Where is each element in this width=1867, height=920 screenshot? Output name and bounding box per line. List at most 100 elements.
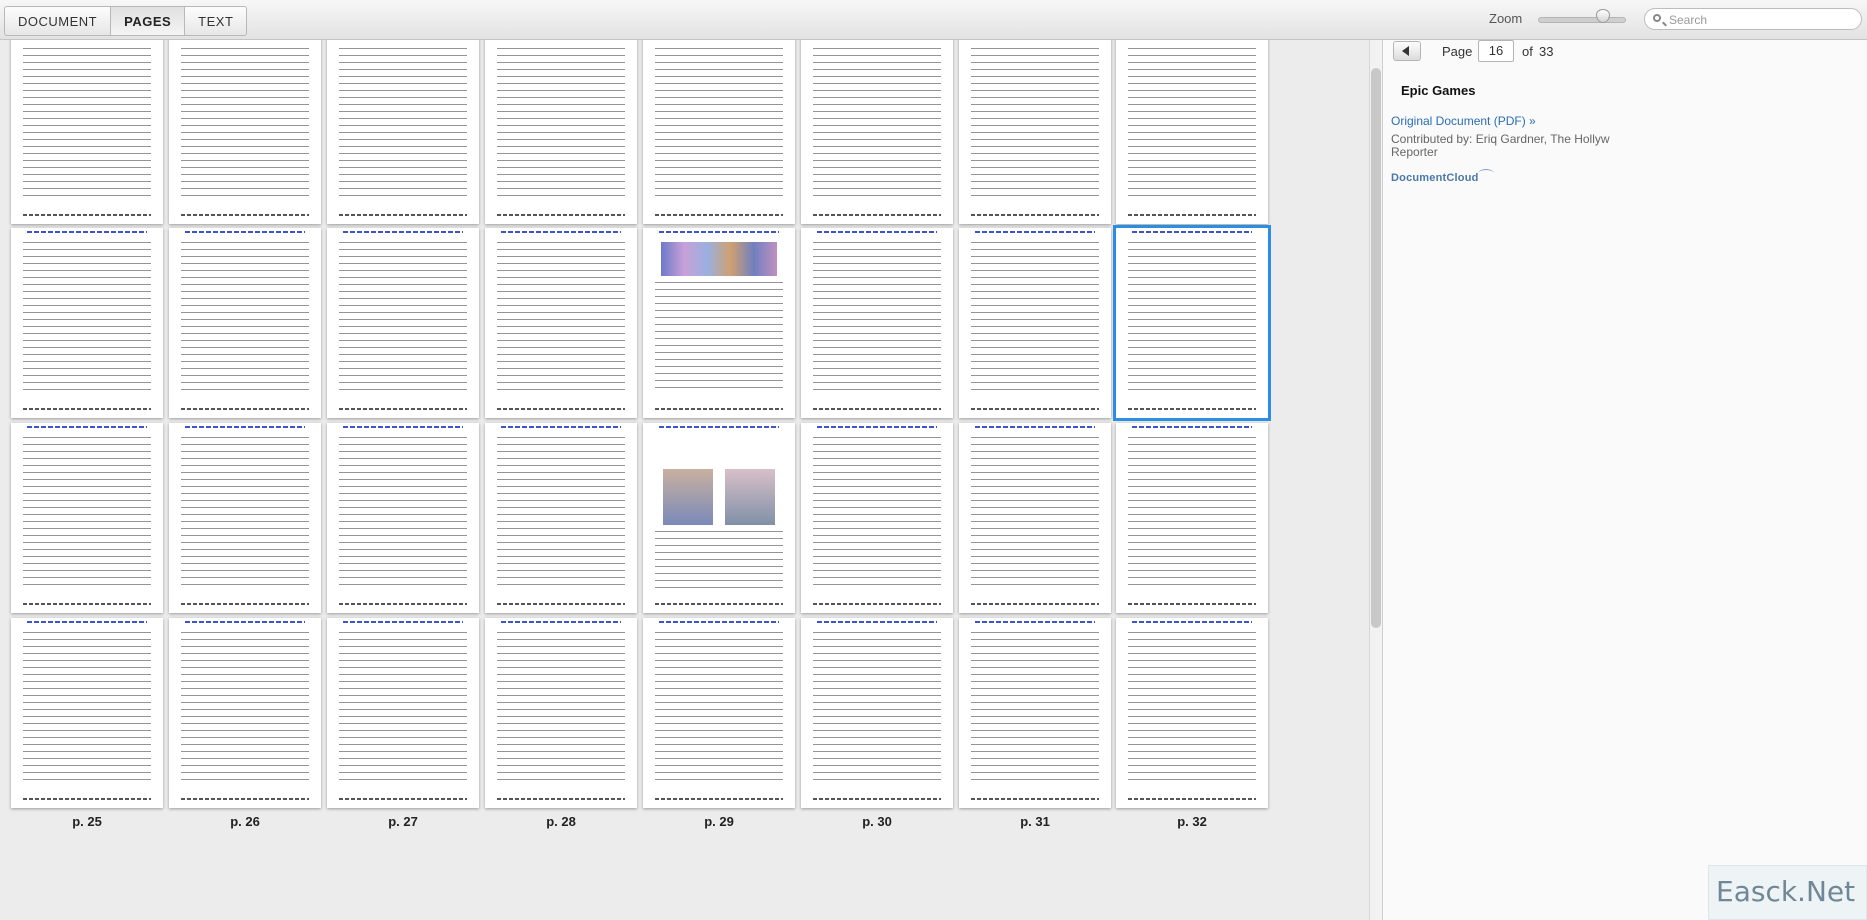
page-thumbnail-image[interactable] xyxy=(169,423,321,613)
page-footer-line xyxy=(181,214,309,216)
page-thumbnail-image[interactable] xyxy=(327,618,479,808)
previous-page-button[interactable] xyxy=(1393,41,1421,61)
page-thumbnail[interactable]: p. 19 xyxy=(327,423,479,634)
page-thumbnail-image[interactable] xyxy=(643,618,795,808)
page-thumbnail[interactable]: p. 15 xyxy=(959,228,1111,439)
page-thumbnail-image[interactable] xyxy=(643,40,795,224)
page-thumbnail[interactable]: p. 14 xyxy=(801,228,953,439)
page-thumbnail-image[interactable] xyxy=(959,423,1111,613)
tab-document[interactable]: DOCUMENT xyxy=(4,6,111,36)
page-thumbnail[interactable]: p. 32 xyxy=(1116,618,1268,829)
page-thumbnail-image[interactable] xyxy=(801,423,953,613)
page-thumbnail-image[interactable] xyxy=(1113,225,1271,421)
page-thumbnail[interactable]: p. 25 xyxy=(11,618,163,829)
page-thumbnail[interactable]: p. 31 xyxy=(959,618,1111,829)
page-number-label[interactable]: p. 25 xyxy=(11,814,163,829)
page-footer-line xyxy=(497,214,625,216)
page-thumbnail[interactable]: p. 23 xyxy=(959,423,1111,634)
page-number-label[interactable]: p. 30 xyxy=(801,814,953,829)
page-thumbnail[interactable]: p. 2 xyxy=(169,40,321,245)
page-thumbnail-image[interactable] xyxy=(801,618,953,808)
page-thumbnail[interactable]: p. 3 xyxy=(327,40,479,245)
page-thumbnail-image[interactable] xyxy=(485,423,637,613)
page-number-label[interactable]: p. 27 xyxy=(327,814,479,829)
page-thumbnail-image[interactable] xyxy=(1116,40,1268,224)
page-thumbnail-image[interactable] xyxy=(485,618,637,808)
page-thumbnail-image[interactable] xyxy=(959,618,1111,808)
page-thumbnail[interactable]: p. 28 xyxy=(485,618,637,829)
page-thumbnail-image[interactable] xyxy=(801,40,953,224)
page-thumbnail-image[interactable] xyxy=(11,228,163,418)
page-thumbnail[interactable]: p. 29 xyxy=(643,618,795,829)
page-footer-line xyxy=(813,214,941,216)
page-thumbnail-image[interactable] xyxy=(643,228,795,418)
page-thumbnail[interactable]: p. 13 xyxy=(643,228,795,439)
page-thumbnail-image[interactable] xyxy=(327,40,479,224)
page-thumbnail[interactable]: p. 6 xyxy=(801,40,953,245)
page-thumbnail-image[interactable] xyxy=(959,40,1111,224)
page-thumbnail-image[interactable] xyxy=(169,618,321,808)
page-thumbnail[interactable]: p. 26 xyxy=(169,618,321,829)
current-page-input[interactable]: 16 xyxy=(1478,40,1514,62)
page-thumbnail[interactable]: p. 12 xyxy=(485,228,637,439)
page-thumbnail[interactable]: p. 30 xyxy=(801,618,953,829)
page-thumbnail[interactable]: p. 11 xyxy=(327,228,479,439)
page-thumbnail-image[interactable] xyxy=(11,40,163,224)
document-title: Epic Games xyxy=(1401,83,1476,98)
page-number-label[interactable]: p. 31 xyxy=(959,814,1111,829)
page-thumbnail-image[interactable] xyxy=(1116,423,1268,613)
page-thumbnail-image[interactable] xyxy=(11,618,163,808)
page-thumbnail[interactable]: p. 22 xyxy=(801,423,953,634)
page-thumbnail[interactable]: p. 10 xyxy=(169,228,321,439)
page-footer-line xyxy=(181,408,309,410)
page-header-line xyxy=(659,621,779,623)
page-thumbnail[interactable]: p. 5 xyxy=(643,40,795,245)
page-footer-line xyxy=(497,603,625,605)
scrollbar-thumb[interactable] xyxy=(1371,68,1381,628)
page-thumbnail-image[interactable] xyxy=(485,40,637,224)
documentcloud-logo[interactable]: DocumentCloud xyxy=(1391,172,1479,184)
page-thumbnail-image[interactable] xyxy=(801,228,953,418)
page-number-label[interactable]: p. 28 xyxy=(485,814,637,829)
page-thumbnail[interactable]: p. 16 xyxy=(1113,225,1271,440)
page-thumbnail[interactable]: p. 9 xyxy=(11,228,163,439)
page-thumbnail-image[interactable] xyxy=(169,228,321,418)
page-header-line xyxy=(27,231,147,233)
page-footer-line xyxy=(813,603,941,605)
page-thumbnail[interactable]: p. 4 xyxy=(485,40,637,245)
tab-text[interactable]: TEXT xyxy=(184,6,248,36)
page-thumbnail-image[interactable] xyxy=(1116,618,1268,808)
page-number-label[interactable]: p. 29 xyxy=(643,814,795,829)
page-thumbnail[interactable]: p. 1 xyxy=(11,40,163,245)
page-number-label[interactable]: p. 26 xyxy=(169,814,321,829)
search-input[interactable] xyxy=(1667,11,1857,29)
page-footer-line xyxy=(655,214,783,216)
page-thumbnail-image[interactable] xyxy=(327,228,479,418)
page-thumbnail-image[interactable] xyxy=(959,228,1111,418)
page-thumbnail[interactable]: p. 17 xyxy=(11,423,163,634)
tab-pages[interactable]: PAGES xyxy=(110,6,185,36)
page-text-lines xyxy=(655,632,783,784)
search-box[interactable] xyxy=(1644,8,1862,30)
original-document-link[interactable]: Original Document (PDF) » xyxy=(1391,114,1536,128)
grid-scrollbar[interactable] xyxy=(1369,40,1382,920)
page-number-text: p. 28 xyxy=(546,814,576,829)
page-thumbnail-image[interactable] xyxy=(327,423,479,613)
page-thumbnail[interactable]: p. 21 xyxy=(643,423,795,634)
zoom-slider-track[interactable] xyxy=(1538,17,1626,23)
page-thumbnail[interactable]: p. 18 xyxy=(169,423,321,634)
page-thumbnail[interactable]: p. 20 xyxy=(485,423,637,634)
page-thumbnail[interactable]: p. 27 xyxy=(327,618,479,829)
watermark-text: Easck.Net xyxy=(1716,875,1856,908)
page-thumbnail-image[interactable] xyxy=(11,423,163,613)
page-header-line xyxy=(185,621,305,623)
page-number-label[interactable]: p. 32 xyxy=(1116,814,1268,829)
page-thumbnail-image[interactable] xyxy=(485,228,637,418)
page-thumbnail-image[interactable] xyxy=(169,40,321,224)
page-thumbnail[interactable]: p. 7 xyxy=(959,40,1111,245)
page-text-lines xyxy=(813,48,941,200)
page-thumbnail[interactable]: p. 24 xyxy=(1116,423,1268,634)
page-thumbnail[interactable]: p. 8 xyxy=(1116,40,1268,245)
page-text-lines xyxy=(339,242,467,394)
page-thumbnail-image[interactable] xyxy=(643,423,795,613)
